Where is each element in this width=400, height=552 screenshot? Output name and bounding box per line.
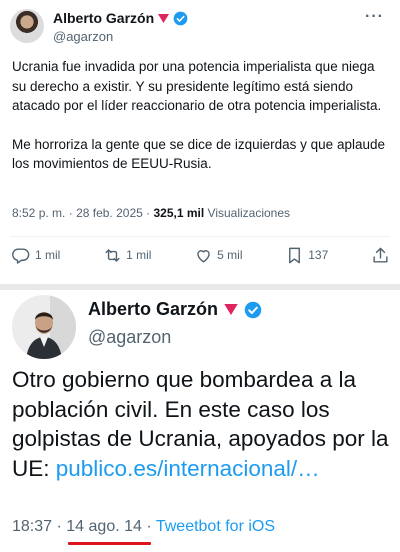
bookmark-icon xyxy=(289,247,301,263)
meta-separator: · xyxy=(56,518,62,535)
bookmark-count: 137 xyxy=(308,248,329,262)
like-icon xyxy=(197,249,210,263)
reply-count: 1 mil xyxy=(35,248,61,262)
like-button[interactable]: 5 mil xyxy=(194,246,243,265)
tweet-paragraph: Ucrania fue invadida por una potencia im… xyxy=(12,59,382,113)
verified-icon xyxy=(244,301,262,318)
author-name[interactable]: Alberto Garzón xyxy=(53,10,154,26)
author-name-row[interactable]: Alberto Garzón xyxy=(88,299,262,320)
red-underline-annotation xyxy=(68,542,151,545)
tweet-meta: 18:37 · 14 ago. 14 · Tweetbot for iOS xyxy=(12,518,275,536)
avatar[interactable] xyxy=(10,9,44,43)
share-icon xyxy=(373,247,388,263)
tweet-text: Otro gobierno que bombardea a la poblaci… xyxy=(12,365,396,483)
verified-icon xyxy=(173,11,188,25)
divider xyxy=(10,236,390,237)
meta-separator: · xyxy=(146,206,151,220)
tweet-date[interactable]: 28 feb. 2025 xyxy=(76,206,143,220)
author-name[interactable]: Alberto Garzón xyxy=(88,299,218,320)
retweet-icon xyxy=(105,248,120,262)
retweet-button[interactable]: 1 mil xyxy=(103,246,151,265)
tweet-paragraph: Me horroriza la gente que se dice de izq… xyxy=(12,136,385,172)
pink-badge-icon xyxy=(158,13,170,23)
reply-button[interactable]: 1 mil xyxy=(12,246,60,265)
author-handle[interactable]: @agarzon xyxy=(88,327,171,348)
pink-badge-icon xyxy=(224,304,238,315)
avatar-image xyxy=(12,295,76,359)
share-button[interactable] xyxy=(371,246,390,265)
tweet-time[interactable]: 18:37 xyxy=(12,518,52,535)
action-bar: 1 mil 1 mil 5 mil 137 xyxy=(12,244,390,266)
views-count[interactable]: 325,1 mil xyxy=(153,206,204,220)
retweet-count: 1 mil xyxy=(126,248,152,262)
meta-separator: · xyxy=(68,206,73,220)
tweet-date[interactable]: 14 ago. 14 xyxy=(66,518,142,535)
more-icon[interactable]: ··· xyxy=(365,8,384,26)
author-handle[interactable]: @agarzon xyxy=(53,29,113,44)
tweet-time[interactable]: 8:52 p. m. xyxy=(12,206,65,220)
reply-icon xyxy=(12,247,30,264)
tweet-link[interactable]: publico.es/internacional/… xyxy=(56,456,320,481)
views-label: Visualizaciones xyxy=(207,206,291,220)
meta-separator: · xyxy=(146,518,152,535)
avatar[interactable] xyxy=(12,295,76,359)
tweet-top[interactable]: Alberto Garzón @agarzon ··· Ucrania fue … xyxy=(0,0,400,284)
tweet-meta: 8:52 p. m. · 28 feb. 2025 · 325,1 mil Vi… xyxy=(12,206,290,220)
tweet-text: Ucrania fue invadida por una potencia im… xyxy=(12,57,392,193)
screenshot-separator xyxy=(0,284,400,290)
author-name-row[interactable]: Alberto Garzón xyxy=(53,10,188,26)
like-count: 5 mil xyxy=(217,248,243,262)
bookmark-button[interactable]: 137 xyxy=(285,246,328,265)
tweet-source[interactable]: Tweetbot for iOS xyxy=(156,518,275,535)
